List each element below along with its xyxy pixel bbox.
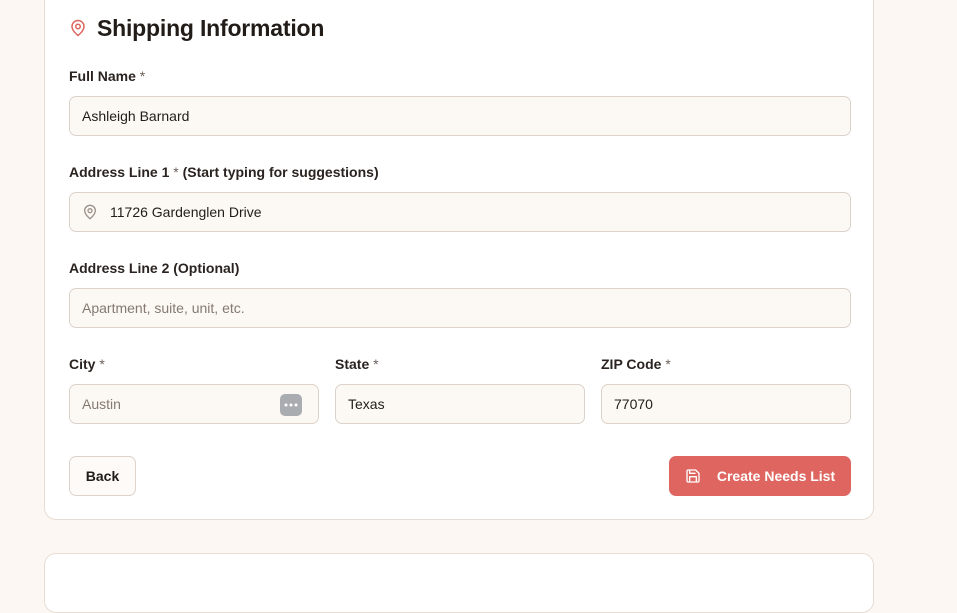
zip-value: 77070 (614, 396, 653, 412)
zip-label: ZIP Code * (601, 356, 671, 372)
create-button-label: Create Needs List (716, 468, 836, 484)
required-mark: * (373, 356, 379, 372)
map-pin-icon (71, 19, 85, 37)
zip-label-text: ZIP Code (601, 356, 662, 372)
required-mark: * (139, 68, 146, 84)
full-name-label-text: Full Name (69, 68, 136, 84)
zip-input[interactable]: 77070 (601, 384, 851, 424)
next-card (44, 553, 874, 613)
full-name-label: Full Name * (69, 68, 145, 84)
address-line-2-label: Address Line 2 (Optional) (69, 260, 239, 276)
required-mark: * (99, 356, 105, 372)
section-header: Shipping Information (69, 12, 324, 44)
city-input[interactable]: Austin (69, 384, 319, 424)
address-hint: (Start typing for suggestions) (182, 164, 379, 180)
back-button[interactable]: Back (69, 456, 136, 496)
required-mark: * (173, 164, 179, 180)
state-label: State * (335, 356, 379, 372)
address-line-2-input[interactable]: Apartment, suite, unit, etc. (69, 288, 851, 328)
map-pin-icon (84, 204, 96, 220)
save-icon (686, 469, 700, 483)
full-name-input[interactable]: Ashleigh Barnard (69, 96, 851, 136)
state-label-text: State (335, 356, 370, 372)
address-line-2-label-text: Address Line 2 (Optional) (69, 260, 240, 276)
city-label-text: City (69, 356, 96, 372)
required-mark: * (665, 356, 671, 372)
city-value: Austin (82, 396, 121, 412)
state-value: Texas (348, 396, 385, 412)
address-line-1-label-text: Address Line 1 (69, 164, 170, 180)
section-title: Shipping Information (97, 14, 325, 41)
city-label: City * (69, 356, 105, 372)
create-needs-list-button[interactable]: Create Needs List (669, 456, 851, 496)
more-dots-icon[interactable] (280, 394, 302, 416)
address-line-1-label: Address Line 1 * (Start typing for sugge… (69, 164, 379, 180)
address-line-1-value: 11726 Gardenglen Drive (110, 204, 262, 220)
back-button-label: Back (85, 468, 120, 484)
address-line-1-input[interactable]: 11726 Gardenglen Drive (69, 192, 851, 232)
state-input[interactable]: Texas (335, 384, 585, 424)
address-line-2-placeholder: Apartment, suite, unit, etc. (82, 300, 245, 316)
full-name-value: Ashleigh Barnard (82, 108, 190, 124)
